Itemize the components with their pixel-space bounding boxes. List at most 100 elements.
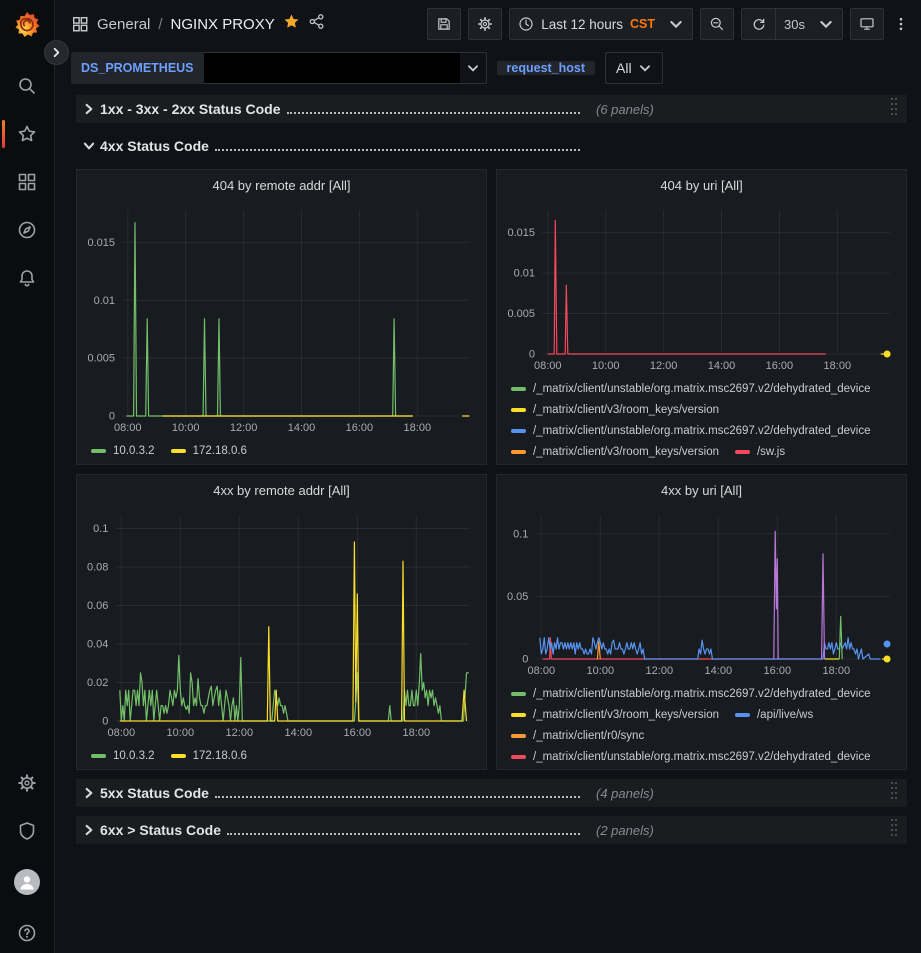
legend-item[interactable]: 10.0.3.2 [91,440,155,461]
row-dotted-leader [287,112,580,114]
top-navbar: General / NGINX PROXY Last 12 [55,0,921,48]
svg-text:10:00: 10:00 [167,727,195,739]
row-dotted-leader [215,149,580,151]
dashboard-settings-button[interactable] [468,8,502,40]
legend-label: 10.0.3.2 [113,445,155,457]
sidebar-item-alerting[interactable] [0,268,54,288]
svg-text:16:00: 16:00 [346,422,374,434]
dashboard-submenu: DS_PROMETHEUS request_host All [55,48,921,88]
row-title: 6xx > Status Code [100,822,221,838]
legend-item[interactable]: /_matrix/client/unstable/org.matrix.msc2… [511,378,871,399]
svg-text:10:00: 10:00 [587,665,615,677]
time-range-picker[interactable]: Last 12 hours CST [509,8,693,40]
panel-header[interactable]: 404 by uri [All] [497,170,906,200]
cycle-view-mode-button[interactable] [850,8,884,40]
svg-text:0.005: 0.005 [507,308,535,320]
legend-label: /api/live/ws [757,709,813,721]
legend-swatch [171,754,186,758]
main-area: General / NGINX PROXY Last 12 [55,0,921,953]
refresh-button[interactable] [741,8,775,40]
sidebar-item-profile[interactable] [0,869,54,895]
chevron-down-icon [818,16,834,32]
svg-text:0: 0 [522,654,528,666]
star-filled-icon [283,13,300,30]
legend-item[interactable]: /_matrix/client/r0/sync [511,725,644,746]
panel-title: 404 by remote addr [All] [212,178,350,193]
monitor-icon [859,16,875,32]
svg-text:0.01: 0.01 [514,268,535,280]
svg-text:14:00: 14:00 [285,727,313,739]
row-4xx[interactable]: 4xx Status Code [76,132,907,160]
kebab-menu-icon [893,16,909,32]
row-title: 5xx Status Code [100,785,209,801]
sidebar-item-help[interactable] [0,923,54,943]
share-button[interactable] [308,13,325,35]
legend-item[interactable]: /_matrix/client/unstable/org.matrix.msc2… [511,420,871,441]
legend-label: /_matrix/client/v3/room_keys/version [533,404,719,416]
avatar [14,869,40,895]
legend-swatch [91,754,106,758]
sidebar-item-starred[interactable] [0,124,54,144]
panel-header[interactable]: 4xx by uri [All] [497,475,906,505]
gear-icon [17,773,37,793]
refresh-interval-select[interactable]: 30s [775,8,843,40]
svg-text:10:00: 10:00 [592,360,620,372]
svg-text:0: 0 [102,716,108,728]
sidebar-item-search[interactable] [0,76,54,96]
legend-label: /sw.js [757,446,785,458]
timezone-label: CST [630,17,655,31]
svg-text:14:00: 14:00 [708,360,736,372]
request-host-variable-value[interactable]: All [605,52,663,84]
row-drag-handle[interactable] [891,782,899,802]
row-1xx-3xx-2xx[interactable]: 1xx - 3xx - 2xx Status Code (6 panels) [76,95,907,123]
panel-legend: 10.0.3.2 172.18.0.6 [77,743,486,769]
legend-item[interactable]: /sw.js [735,441,785,462]
save-dashboard-button[interactable] [427,8,461,40]
legend-item[interactable]: /_matrix/client/v3/room_keys/version [511,399,719,420]
panel-header[interactable]: 4xx by remote addr [All] [77,475,486,505]
page-title[interactable]: NGINX PROXY [171,16,275,33]
sidebar-expand-button[interactable] [44,40,69,65]
chart-area: 00.0050.010.01508:0010:0012:0014:0016:00… [77,200,486,438]
sidebar-item-dashboards[interactable] [0,172,54,192]
bell-icon [17,268,37,288]
variable-datasource: DS_PROMETHEUS [71,52,487,84]
legend-item[interactable]: /_matrix/client/unstable/org.matrix.msc2… [511,683,871,704]
row-5xx[interactable]: 5xx Status Code (4 panels) [76,779,907,807]
legend-item[interactable]: /_matrix/client/unstable/org.matrix.msc2… [511,746,871,767]
legend-item[interactable]: 172.18.0.6 [171,745,247,766]
sidebar-item-explore[interactable] [0,220,54,240]
datasource-variable-label[interactable]: DS_PROMETHEUS [71,52,204,84]
legend-item[interactable]: 172.18.0.6 [171,440,247,461]
more-options-button[interactable] [891,8,911,40]
compass-icon [17,220,37,240]
request-host-variable-label[interactable]: request_host [497,61,596,75]
svg-text:10:00: 10:00 [172,422,200,434]
svg-text:14:00: 14:00 [288,422,316,434]
panel-4xx-by-remote-addr: 4xx by remote addr [All] 00.020.040.060.… [76,474,487,770]
svg-text:0: 0 [529,349,535,361]
legend-item[interactable]: /_matrix/client/v3/room_keys/version [511,704,719,725]
svg-text:18:00: 18:00 [403,727,431,739]
zoom-out-time-button[interactable] [700,8,734,40]
row-6xx[interactable]: 6xx > Status Code (2 panels) [76,816,907,844]
legend-item[interactable]: /_matrix/client/v3/room_keys/version [511,441,719,462]
legend-label: /_matrix/client/v3/room_keys/version [533,709,719,721]
panel-404-by-remote-addr: 404 by remote addr [All] 00.0050.010.015… [76,169,487,465]
breadcrumb-folder[interactable]: General [97,16,150,33]
dashboard-body: 1xx - 3xx - 2xx Status Code (6 panels) 4… [55,88,921,844]
legend-item[interactable]: 10.0.3.2 [91,745,155,766]
datasource-variable-value[interactable] [204,52,487,84]
legend-item[interactable]: /api/live/ws [735,704,813,725]
sidebar-item-configuration[interactable] [0,773,54,793]
grafana-logo-icon[interactable] [12,10,42,40]
row-drag-handle[interactable] [891,98,899,118]
shield-icon [17,821,37,841]
legend-swatch [735,713,750,717]
row-drag-handle[interactable] [891,819,899,839]
panel-header[interactable]: 404 by remote addr [All] [77,170,486,200]
sidebar-item-server-admin[interactable] [0,821,54,841]
gear-icon [477,16,493,32]
favorite-button[interactable] [283,13,300,35]
row-title: 4xx Status Code [100,138,209,154]
